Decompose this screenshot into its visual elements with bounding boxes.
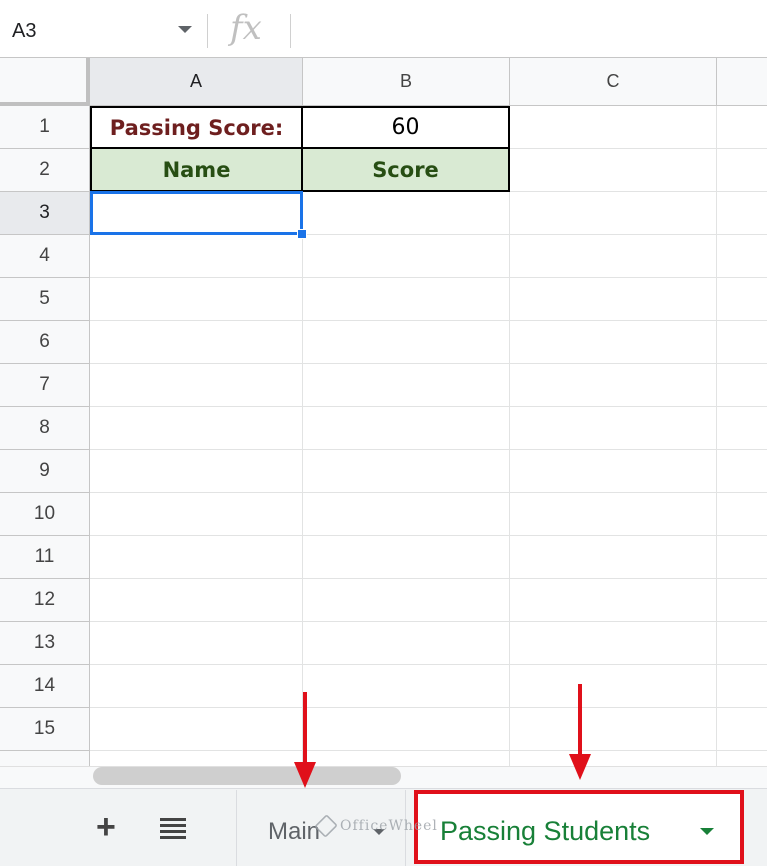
row-header-11[interactable]: 11 [0, 536, 90, 579]
row-header-15[interactable]: 15 [0, 708, 90, 751]
row-header-2[interactable]: 2 [0, 149, 90, 192]
arrow-down-icon [569, 754, 591, 780]
grid-line [90, 363, 767, 364]
row-header-9[interactable]: 9 [0, 450, 90, 493]
row-header-8[interactable]: 8 [0, 407, 90, 450]
watermark-text: OfficeWheel [340, 818, 438, 834]
row-header-13[interactable]: 13 [0, 622, 90, 665]
row-header-14[interactable]: 14 [0, 665, 90, 708]
grid-line [90, 535, 767, 536]
column-header-a[interactable]: A [90, 58, 303, 106]
sheet-tab-label: Main [268, 818, 321, 845]
grid-line [90, 320, 767, 321]
formula-bar-divider [207, 14, 208, 48]
chevron-down-icon[interactable] [700, 828, 714, 835]
cell-a2[interactable]: Name [90, 149, 303, 192]
grid-line [716, 106, 717, 766]
row-header-1[interactable]: 1 [0, 106, 90, 149]
cell-b2[interactable]: Score [303, 149, 510, 192]
grid-line [90, 707, 767, 708]
grid-line [90, 578, 767, 579]
column-header-c[interactable]: C [510, 58, 717, 106]
row-header-10[interactable]: 10 [0, 493, 90, 536]
fill-handle[interactable] [297, 229, 307, 239]
grid-line [90, 664, 767, 665]
grid-line [509, 106, 510, 766]
grid-line [90, 406, 767, 407]
watermark-logo: OfficeWheel [314, 814, 438, 838]
cell-b1[interactable]: 60 [303, 106, 510, 149]
chevron-down-icon[interactable] [178, 26, 192, 33]
row-header-12[interactable]: 12 [0, 579, 90, 622]
row-header-6[interactable]: 6 [0, 321, 90, 364]
annotation-arrow [578, 684, 582, 756]
all-sheets-menu-icon[interactable] [160, 818, 186, 839]
sheet-tab-passing-students[interactable]: Passing Students [414, 790, 744, 864]
name-box-value: A3 [12, 20, 37, 42]
arrow-down-icon [294, 762, 316, 788]
column-header-b[interactable]: B [303, 58, 510, 106]
scrollbar-thumb[interactable] [93, 767, 401, 785]
active-cell-a3[interactable] [90, 191, 303, 235]
annotation-arrow [303, 692, 307, 764]
grid-line [90, 449, 767, 450]
formula-input[interactable] [300, 10, 760, 50]
row-header-16[interactable] [0, 751, 90, 766]
column-header-d[interactable] [717, 58, 767, 106]
cell-a1[interactable]: Passing Score: [90, 106, 303, 149]
grid-line [90, 277, 767, 278]
select-all-corner[interactable] [0, 58, 90, 106]
grid-line [90, 621, 767, 622]
sheet-tab-label: Passing Students [440, 816, 651, 846]
row-header-4[interactable]: 4 [0, 235, 90, 278]
add-sheet-button[interactable]: + [96, 810, 116, 844]
name-box[interactable]: A3 [0, 10, 205, 50]
formula-bar-divider [290, 14, 291, 48]
row-header-5[interactable]: 5 [0, 278, 90, 321]
grid-line [90, 492, 767, 493]
grid-line [90, 750, 767, 751]
fx-icon: fx [230, 8, 262, 48]
row-header-7[interactable]: 7 [0, 364, 90, 407]
logo-icon [314, 814, 338, 838]
row-header-3[interactable]: 3 [0, 192, 90, 235]
